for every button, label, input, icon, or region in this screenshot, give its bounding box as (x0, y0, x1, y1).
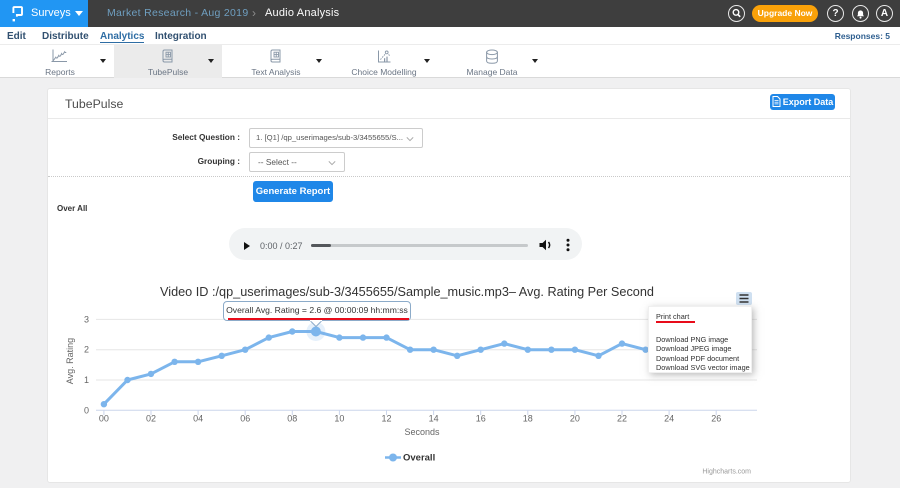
svg-text:12: 12 (381, 414, 391, 424)
svg-text:10: 10 (334, 414, 344, 424)
svg-text:02: 02 (146, 414, 156, 424)
svg-text:00: 00 (99, 414, 109, 424)
svg-text:24: 24 (664, 414, 674, 424)
svg-text:06: 06 (240, 414, 250, 424)
svg-text:Highcharts.com: Highcharts.com (702, 469, 751, 476)
svg-text:2: 2 (84, 345, 89, 355)
svg-text:04: 04 (193, 414, 203, 424)
svg-text:Overall: Overall (403, 453, 435, 464)
svg-text:20: 20 (570, 414, 580, 424)
svg-text:Avg. Rating: Avg. Rating (65, 338, 75, 384)
svg-text:Seconds: Seconds (404, 427, 440, 437)
svg-text:22: 22 (617, 414, 627, 424)
svg-text:1: 1 (84, 375, 89, 385)
svg-text:26: 26 (711, 414, 721, 424)
svg-text:18: 18 (523, 414, 533, 424)
svg-text:0: 0 (84, 405, 89, 415)
svg-text:14: 14 (429, 414, 439, 424)
svg-text:16: 16 (476, 414, 486, 424)
svg-text:3: 3 (84, 314, 89, 324)
svg-text:08: 08 (287, 414, 297, 424)
